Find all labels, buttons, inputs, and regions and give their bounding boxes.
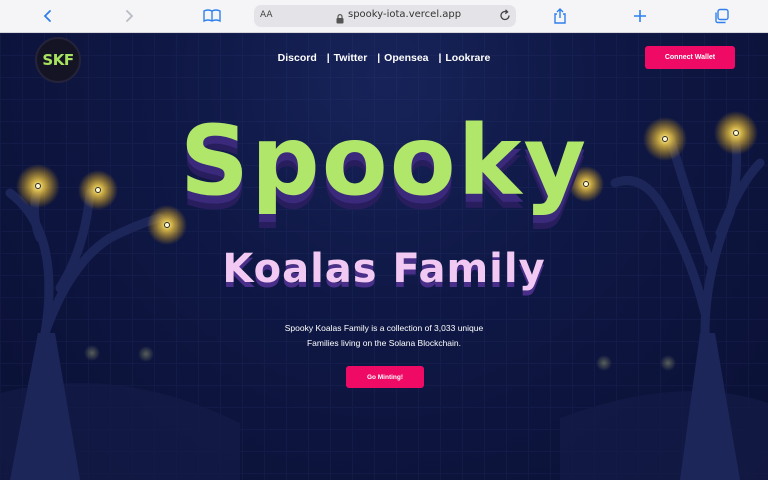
address-bar[interactable]: AA spooky-iota.vercel.app xyxy=(254,5,516,27)
lock-icon xyxy=(336,11,344,29)
hero-section: SKF Discord | Twitter | Opensea | Lookrare … xyxy=(0,33,768,480)
nav-link-twitter[interactable]: Twitter xyxy=(334,52,368,64)
reload-icon[interactable] xyxy=(499,9,511,27)
nav-separator: | xyxy=(326,52,330,64)
plus-icon[interactable] xyxy=(629,5,651,27)
browser-toolbar: AA spooky-iota.vercel.app xyxy=(0,0,768,33)
description-line-1: Spooky Koalas Family is a collection of … xyxy=(284,323,484,333)
nav-link-discord[interactable]: Discord xyxy=(278,52,317,64)
description-line-2: Families living on the Solana Blockchain… xyxy=(306,338,462,348)
hero-title: Spooky xyxy=(179,105,589,217)
reader-aa-button[interactable]: AA xyxy=(260,10,273,20)
nav-separator: | xyxy=(377,52,381,64)
forward-icon[interactable] xyxy=(118,5,140,27)
connect-wallet-button[interactable]: Connect Wallet xyxy=(645,46,735,69)
tabs-icon[interactable] xyxy=(711,5,733,27)
back-icon[interactable] xyxy=(37,5,59,27)
hero-subtitle: Koalas Family xyxy=(222,246,546,292)
hero-title-wrap: Spooky xyxy=(0,113,768,209)
nav-link-lookrare[interactable]: Lookrare xyxy=(445,52,490,64)
nav-link-opensea[interactable]: Opensea xyxy=(384,52,428,64)
firefly-light xyxy=(596,355,612,371)
share-icon[interactable] xyxy=(549,5,571,27)
book-icon[interactable] xyxy=(201,5,223,27)
nav-separator: | xyxy=(438,52,442,64)
firefly-light xyxy=(660,355,676,371)
go-minting-button[interactable]: Go Minting! xyxy=(346,366,424,388)
hero-description: Spooky Koalas Family is a collection of … xyxy=(0,321,768,351)
url-text: spooky-iota.vercel.app xyxy=(348,9,462,20)
